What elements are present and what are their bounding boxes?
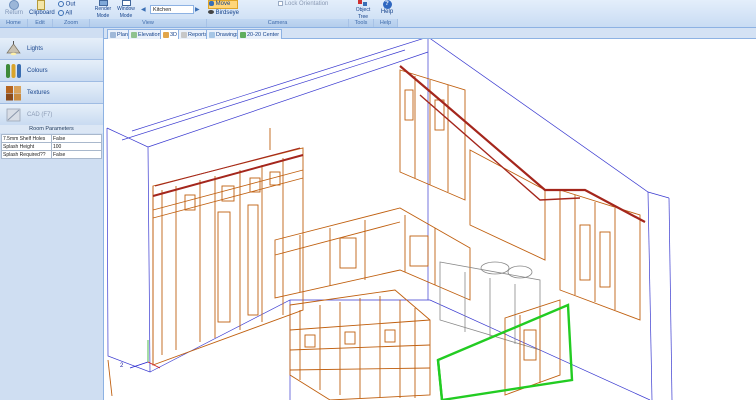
help-icon: ?	[382, 0, 392, 9]
textures-icon	[6, 86, 21, 101]
birdseye-icon	[208, 10, 214, 15]
base-cabinets-back[interactable]	[274, 207, 471, 301]
param-value[interactable]: 100	[51, 142, 102, 151]
room-next-arrow[interactable]: ▶	[195, 6, 203, 14]
textures-button[interactable]: Textures	[0, 82, 103, 104]
elevation-icon	[131, 32, 137, 38]
zoom-all-icon	[58, 10, 64, 16]
lights-button[interactable]: Lights	[0, 38, 103, 60]
cad-button[interactable]: CAD (F7)	[0, 104, 103, 126]
room-parameters-table: 7.5mm Shelf Holes False Splash Height 10…	[1, 134, 102, 159]
colours-button[interactable]: Colours	[0, 60, 103, 82]
param-value[interactable]: False	[51, 150, 102, 159]
clipboard-icon	[37, 0, 45, 10]
window-mode-button[interactable]: Window Mode	[115, 0, 137, 19]
object-tree-icon	[358, 0, 368, 7]
home-group-label: Home	[0, 19, 28, 27]
room-outline	[106, 39, 673, 400]
kitchen-wireframe[interactable]	[104, 39, 756, 400]
help-group-label: Help	[374, 19, 398, 27]
tab-elevation[interactable]: Elevation	[128, 29, 164, 39]
camera-group-label: Camera	[207, 19, 349, 27]
object-tree-button[interactable]: Object Tree	[353, 0, 373, 20]
upper-wall-cabinets[interactable]	[399, 69, 641, 321]
param-name: 7.5mm Shelf Holes	[1, 134, 52, 143]
view-tabstrip: Plan Elevation 3D Reports Drawings 20-20…	[104, 28, 756, 39]
side-panel-edge	[107, 359, 113, 397]
island-cabinets[interactable]	[289, 289, 431, 400]
tab-20-20-center[interactable]: 20-20 Center	[237, 29, 283, 39]
room-prev-arrow[interactable]: ◀	[141, 6, 149, 14]
axis-label: 2	[120, 363, 124, 369]
zoom-out-icon	[58, 1, 64, 7]
view-group-label: View	[90, 19, 207, 27]
reports-icon	[181, 32, 187, 38]
upper-cabinet-cornice	[399, 65, 646, 223]
help-button[interactable]: ? Help	[377, 0, 397, 19]
tall-cabinet-crown-lower	[154, 147, 301, 187]
ribbon: Return Home Clipboard Edit Out All Zoom …	[0, 0, 756, 28]
left-panel: Lights Colours Textures CAD (F7) Room Pa…	[0, 28, 104, 400]
room-select[interactable]: Kitchen	[150, 5, 194, 14]
cad-icon	[6, 108, 21, 122]
colour-swatches-icon	[6, 64, 21, 78]
move-button[interactable]: Move	[208, 0, 238, 9]
return-icon	[9, 0, 19, 10]
return-button[interactable]: Return	[3, 0, 25, 19]
room-parameters-title: Room Parameters	[0, 125, 103, 133]
lamp-icon	[6, 41, 21, 56]
param-name: Splash Required??	[1, 150, 52, 159]
clipboard-button[interactable]: Clipboard	[29, 0, 55, 19]
param-row[interactable]: Splash Required?? False	[1, 150, 102, 159]
move-icon	[209, 1, 214, 6]
checkbox-icon	[278, 1, 283, 6]
plan-icon	[110, 32, 116, 38]
param-value[interactable]: False	[51, 134, 102, 143]
param-row[interactable]: 7.5mm Shelf Holes False	[1, 134, 102, 143]
zoom-group-label: Zoom	[53, 19, 90, 27]
param-name: Splash Height	[1, 142, 52, 151]
3d-viewport[interactable]: 2	[104, 39, 756, 400]
edit-group-label: Edit	[28, 19, 53, 27]
param-row[interactable]: Splash Height 100	[1, 142, 102, 151]
render-mode-button[interactable]: Render Mode	[92, 0, 114, 19]
3d-icon	[163, 32, 169, 38]
drawings-icon	[209, 32, 215, 38]
tools-group-label: Tools	[349, 19, 374, 27]
center-icon	[240, 32, 246, 38]
lock-orientation-checkbox[interactable]: Lock Orientation	[278, 1, 338, 20]
